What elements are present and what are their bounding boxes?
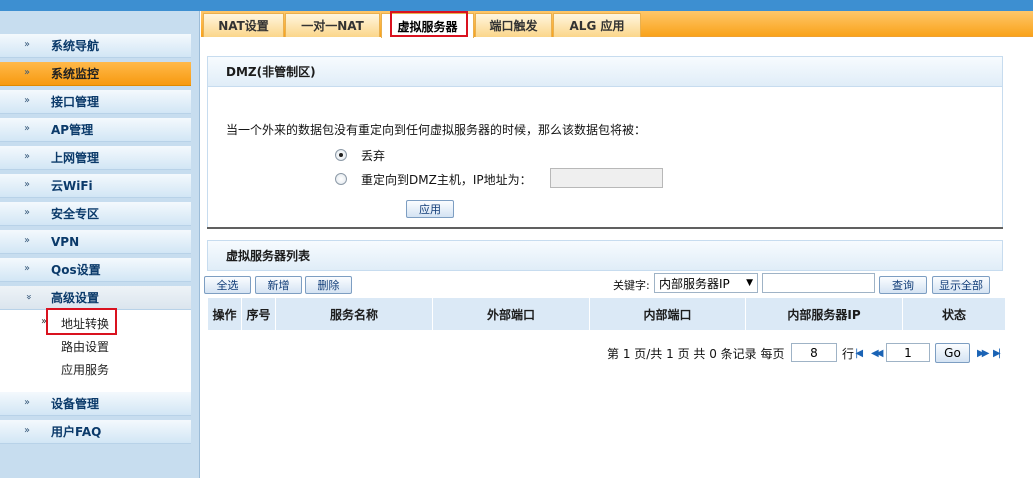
add-button[interactable]: 新增 xyxy=(255,276,302,294)
divider xyxy=(207,227,1003,229)
delete-button[interactable]: 删除 xyxy=(305,276,352,294)
dmz-description: 当一个外来的数据包没有重定向到任何虚拟服务器的时候，那么该数据包将被： xyxy=(226,123,647,137)
dmz-ip-input[interactable] xyxy=(550,168,663,188)
keyword-label: 关键字: xyxy=(613,279,650,292)
previous-page-icon[interactable]: ◀◀ xyxy=(871,348,884,360)
column-header: 服务名称 xyxy=(276,298,433,330)
tab-port-trigger[interactable]: 端口触发 xyxy=(475,13,552,37)
sidebar-item-label: 上网管理 xyxy=(51,151,100,165)
tab-bar: NAT设置 一对一NAT 虚拟服务器 端口触发 ALG 应用 xyxy=(201,11,1033,38)
sidebar-item-label: 安全专区 xyxy=(51,207,100,221)
sidebar-item-label: VPN xyxy=(51,235,80,249)
column-header: 序号 xyxy=(242,298,276,330)
highlight-box xyxy=(46,308,117,335)
double-chevron-right-icon: ›› xyxy=(24,123,30,134)
page-input[interactable] xyxy=(886,343,930,362)
sidebar-item-label: AP管理 xyxy=(51,123,94,137)
double-chevron-right-icon: ›› xyxy=(24,235,30,246)
tab-nat-settings[interactable]: NAT设置 xyxy=(203,13,284,37)
drop-radio[interactable] xyxy=(335,149,347,161)
caret-down-icon: ▼ xyxy=(746,278,753,288)
sidebar-item-nav[interactable]: ›› 系统导航 xyxy=(0,34,191,58)
redirect-radio[interactable] xyxy=(335,173,347,185)
dmz-panel-header: DMZ(非管制区) xyxy=(207,56,1003,87)
sidebar-item-vpn[interactable]: ›› VPN xyxy=(0,230,191,254)
submenu-item-app-service[interactable]: 应用服务 xyxy=(61,363,109,377)
column-header: 操作 xyxy=(208,298,242,330)
double-chevron-right-icon: ›› xyxy=(24,179,30,190)
search-button[interactable]: 查询 xyxy=(879,276,927,294)
sidebar-item-label: 设备管理 xyxy=(51,397,100,411)
column-header: 内部服务器IP xyxy=(746,298,903,330)
redirect-label: 重定向到DMZ主机，IP地址为： xyxy=(361,173,532,187)
sidebar-item-internet[interactable]: ›› 上网管理 xyxy=(0,146,191,170)
dmz-title: DMZ(非管制区) xyxy=(226,65,316,79)
sidebar-item-device[interactable]: ›› 设备管理 xyxy=(0,392,191,416)
sidebar-item-monitor[interactable]: ›› 系统监控 xyxy=(0,62,191,86)
double-chevron-right-icon: ›› xyxy=(24,151,30,162)
go-button[interactable]: Go xyxy=(935,343,970,363)
last-page-icon[interactable]: ▶| xyxy=(993,348,1001,360)
double-chevron-right-icon: ›› xyxy=(24,39,30,50)
show-all-button[interactable]: 显示全部 xyxy=(932,276,990,294)
vserver-title: 虚拟服务器列表 xyxy=(226,249,311,263)
first-page-icon[interactable]: |◀ xyxy=(855,348,863,360)
next-page-icon[interactable]: ▶▶ xyxy=(977,348,990,360)
column-header: 内部端口 xyxy=(590,298,746,330)
sidebar-item-faq[interactable]: ›› 用户FAQ xyxy=(0,420,191,444)
highlight-box xyxy=(390,11,468,37)
sidebar-item-label: 接口管理 xyxy=(51,95,100,109)
sidebar: ›› 系统导航 ›› 系统监控 ›› 接口管理 ›› AP管理 ›› 上网管理 ›› 云Wi… xyxy=(0,11,200,478)
vserver-panel-header: 虚拟服务器列表 xyxy=(207,240,1003,271)
sidebar-item-label: 系统导航 xyxy=(51,39,100,53)
sidebar-item-label: 用户FAQ xyxy=(51,425,102,439)
keyword-input[interactable] xyxy=(762,273,875,293)
pager-summary: 第 1 页/共 1 页 共 0 条记录 每页 xyxy=(607,347,785,361)
double-chevron-right-icon: ›› xyxy=(41,316,47,327)
double-chevron-down-icon: ›› xyxy=(23,294,34,298)
double-chevron-right-icon: ›› xyxy=(24,425,30,436)
sidebar-item-label: 系统监控 xyxy=(51,67,100,81)
apply-button[interactable]: 应用 xyxy=(406,200,454,218)
sidebar-item-qos[interactable]: ›› Qos设置 xyxy=(0,258,191,282)
per-page-input[interactable] xyxy=(791,343,837,362)
sidebar-item-interface[interactable]: ›› 接口管理 xyxy=(0,90,191,114)
table-header: 操作 序号 服务名称 外部端口 内部端口 内部服务器IP 状态 xyxy=(208,298,1005,330)
keyword-select[interactable]: 内部服务器IP ▼ xyxy=(654,273,758,293)
sidebar-item-cloud-wifi[interactable]: ›› 云WiFi xyxy=(0,174,191,198)
sidebar-item-advanced[interactable]: ›› 高级设置 xyxy=(0,286,191,310)
double-chevron-right-icon: ›› xyxy=(24,207,30,218)
drop-label: 丢弃 xyxy=(361,149,386,163)
submenu-item-routing[interactable]: 路由设置 xyxy=(61,340,109,354)
sidebar-item-label: 云WiFi xyxy=(51,179,93,193)
select-all-button[interactable]: 全选 xyxy=(204,276,251,294)
double-chevron-right-icon: ›› xyxy=(24,397,30,408)
double-chevron-right-icon: ›› xyxy=(24,67,30,78)
dmz-panel-body xyxy=(207,87,1003,229)
double-chevron-right-icon: ›› xyxy=(24,263,30,274)
main-content: NAT设置 一对一NAT 虚拟服务器 端口触发 ALG 应用 DMZ(非管制区)… xyxy=(201,11,1033,478)
sidebar-item-label: 高级设置 xyxy=(51,291,100,305)
column-header: 外部端口 xyxy=(433,298,590,330)
tab-one-to-one-nat[interactable]: 一对一NAT xyxy=(285,13,380,37)
keyword-select-value: 内部服务器IP xyxy=(659,276,730,291)
double-chevron-right-icon: ›› xyxy=(24,95,30,106)
sidebar-item-security[interactable]: ›› 安全专区 xyxy=(0,202,191,226)
top-banner xyxy=(0,0,1033,11)
rows-unit: 行 xyxy=(842,347,855,361)
column-header: 状态 xyxy=(941,307,966,322)
sidebar-item-ap[interactable]: ›› AP管理 xyxy=(0,118,191,142)
tab-alg[interactable]: ALG 应用 xyxy=(553,13,641,37)
sidebar-item-label: Qos设置 xyxy=(51,263,101,277)
